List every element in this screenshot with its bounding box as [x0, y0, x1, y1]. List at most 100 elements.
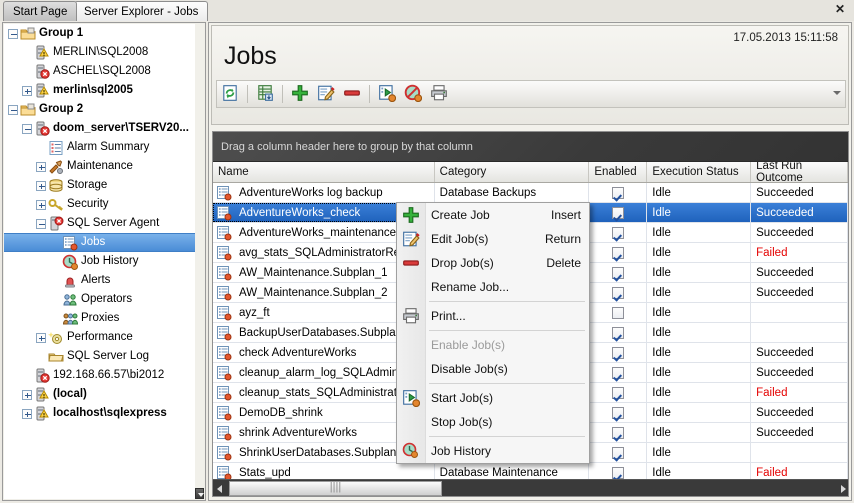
tree-item-merlin-sql2005[interactable]: merlin\sql2005	[4, 81, 196, 100]
tree-item-maintenance[interactable]: Maintenance	[4, 157, 196, 176]
enabled-checkbox[interactable]	[611, 426, 624, 439]
tree-item-sql-server-agent[interactable]: SQL Server Agent	[4, 214, 196, 233]
menu-drop-jobs[interactable]: Drop Job(s) Delete	[397, 251, 589, 275]
tree-item-alerts[interactable]: Alerts	[4, 271, 196, 290]
cell-enabled[interactable]	[589, 203, 648, 222]
horizontal-scroll-thumb[interactable]	[229, 480, 442, 496]
cell-enabled[interactable]	[589, 363, 648, 382]
export-button[interactable]	[253, 82, 277, 106]
tree-item-storage[interactable]: Storage	[4, 176, 196, 195]
tree-item-localhost-sqlexpress[interactable]: localhost\sqlexpress	[4, 404, 196, 423]
tree-expander-minus-icon[interactable]	[36, 218, 46, 229]
column-header-category[interactable]: Category	[435, 162, 590, 182]
tree-expander-plus-icon[interactable]	[36, 332, 46, 343]
menu-stop-jobs[interactable]: Stop Job(s)	[397, 410, 589, 434]
menu-rename-job[interactable]: Rename Job...	[397, 275, 589, 299]
scroll-left-arrow-icon[interactable]	[213, 481, 229, 496]
edit-job-button[interactable]	[314, 82, 338, 106]
cell-enabled[interactable]	[589, 323, 648, 342]
enabled-checkbox[interactable]	[611, 446, 624, 459]
cell-enabled[interactable]	[589, 223, 648, 242]
enabled-checkbox[interactable]	[611, 406, 624, 419]
enabled-checkbox[interactable]	[611, 346, 624, 359]
enabled-checkbox[interactable]	[611, 306, 624, 319]
column-header-last-run-outcome[interactable]: Last Run Outcome	[751, 162, 848, 182]
cell-enabled[interactable]	[589, 403, 648, 422]
column-header-name[interactable]: Name	[213, 162, 435, 182]
tab-server-explorer-jobs[interactable]: Server Explorer - Jobs	[74, 1, 209, 21]
tree-expander-plus-icon[interactable]	[22, 85, 32, 96]
enabled-checkbox[interactable]	[611, 206, 624, 219]
cell-enabled[interactable]	[589, 283, 648, 302]
tree-expander-plus-icon[interactable]	[36, 199, 46, 210]
cell-enabled[interactable]	[589, 303, 648, 322]
tree-item-job-history[interactable]: Job History	[4, 252, 196, 271]
tree-item-doom-server-tserv20[interactable]: doom_server\TSERV20...	[4, 119, 196, 138]
menu-job-history[interactable]: Job History	[397, 439, 589, 463]
enabled-checkbox[interactable]	[611, 186, 624, 199]
jobs-context-menu[interactable]: Create Job Insert Edit Job(s) Return Drop Jo…	[396, 202, 590, 464]
scroll-right-arrow-icon[interactable]	[834, 481, 848, 496]
cell-enabled[interactable]	[589, 263, 648, 282]
menu-start-jobs[interactable]: Start Job(s)	[397, 386, 589, 410]
tree-expander-minus-icon[interactable]	[8, 104, 18, 115]
tab-start-page[interactable]: Start Page	[3, 1, 78, 21]
tree-item-192-168-66-57-bi2012[interactable]: 192.168.66.57\bi2012	[4, 366, 196, 385]
menu-disable-jobs[interactable]: Disable Job(s)	[397, 357, 589, 381]
enabled-checkbox[interactable]	[611, 466, 624, 479]
server-tree[interactable]: Group 1 MERLIN\SQL2008 ASCHEL\SQL2008 merli…	[4, 24, 196, 499]
toolbar-overflow-chevron-down-icon[interactable]	[833, 91, 841, 95]
tree-item-merlin-sql2008[interactable]: MERLIN\SQL2008	[4, 43, 196, 62]
enabled-checkbox[interactable]	[611, 326, 624, 339]
tree-vertical-scrollbar[interactable]	[195, 24, 204, 499]
close-icon[interactable]: ✕	[833, 3, 847, 17]
print-button[interactable]	[427, 82, 451, 106]
last-run-outcome: Succeeded	[756, 266, 814, 279]
enabled-checkbox[interactable]	[611, 286, 624, 299]
enabled-checkbox[interactable]	[611, 266, 624, 279]
tree-expander-plus-icon[interactable]	[22, 408, 32, 419]
tree-expander-minus-icon[interactable]	[8, 28, 18, 39]
table-row[interactable]: AdventureWorks log backup Database Backup…	[213, 183, 848, 203]
enabled-checkbox[interactable]	[611, 226, 624, 239]
tree-item-jobs[interactable]: Jobs	[4, 233, 196, 252]
refresh-button[interactable]	[218, 82, 242, 106]
tree-item-local[interactable]: (local)	[4, 385, 196, 404]
drop-job-button[interactable]	[340, 82, 364, 106]
enabled-checkbox[interactable]	[611, 366, 624, 379]
cell-enabled[interactable]	[589, 383, 648, 402]
tree-scroll-track[interactable]	[195, 24, 204, 487]
stop-job-button[interactable]	[401, 82, 425, 106]
tree-item-group-1[interactable]: Group 1	[4, 24, 196, 43]
tree-item-operators[interactable]: Operators	[4, 290, 196, 309]
tree-expander-minus-icon[interactable]	[22, 123, 32, 134]
enabled-checkbox[interactable]	[611, 246, 624, 259]
column-header-execution-status[interactable]: Execution Status	[647, 162, 752, 182]
menu-create-job[interactable]: Create Job Insert	[397, 203, 589, 227]
tree-item-group-2[interactable]: Group 2	[4, 100, 196, 119]
column-header-enabled[interactable]: Enabled	[589, 162, 648, 182]
cell-enabled[interactable]	[589, 243, 648, 262]
tree-item-alarm-summary[interactable]: Alarm Summary	[4, 138, 196, 157]
tree-expander-plus-icon[interactable]	[22, 389, 32, 400]
tree-item-sql-server-log[interactable]: SQL Server Log	[4, 347, 196, 366]
cell-enabled[interactable]	[589, 343, 648, 362]
tree-item-aschel-sql2008[interactable]: ASCHEL\SQL2008	[4, 62, 196, 81]
start-job-button[interactable]	[375, 82, 399, 106]
create-job-button[interactable]	[288, 82, 312, 106]
tree-item-security[interactable]: Security	[4, 195, 196, 214]
tree-item-performance[interactable]: Performance	[4, 328, 196, 347]
menu-print[interactable]: Print...	[397, 304, 589, 328]
grid-horizontal-scrollbar[interactable]	[213, 479, 848, 496]
cell-enabled[interactable]	[589, 423, 648, 442]
cell-enabled[interactable]	[589, 443, 648, 462]
cell-enabled[interactable]	[589, 183, 648, 202]
enabled-checkbox[interactable]	[611, 386, 624, 399]
group-by-band[interactable]: Drag a column header here to group by th…	[213, 132, 848, 162]
menu-edit-jobs[interactable]: Edit Job(s) Return	[397, 227, 589, 251]
cell-last-run-outcome: Succeeded	[751, 223, 848, 242]
tree-item-proxies[interactable]: Proxies	[4, 309, 196, 328]
tree-expander-plus-icon[interactable]	[36, 161, 46, 172]
tree-scroll-down-button[interactable]	[195, 488, 204, 499]
tree-expander-plus-icon[interactable]	[36, 180, 46, 191]
